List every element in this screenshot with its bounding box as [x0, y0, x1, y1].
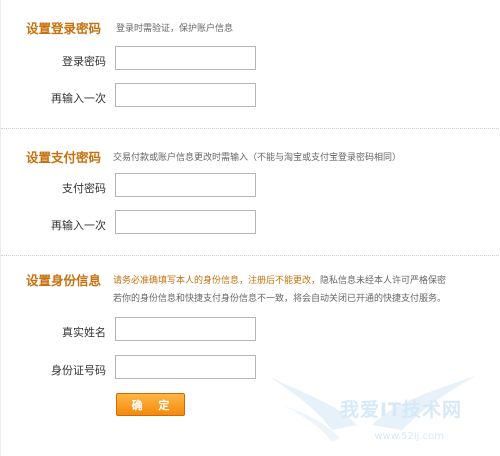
real-name-input[interactable] — [115, 317, 256, 341]
pay-password-repeat-label: 再输入一次 — [51, 219, 106, 232]
section-divider — [1, 255, 500, 256]
identity-notice-highlight: 请务必准确填写本人的身份信息，注册后不能更改， — [113, 276, 321, 286]
section-divider — [1, 128, 500, 129]
login-password-repeat-input[interactable] — [115, 83, 256, 107]
login-password-input[interactable] — [115, 46, 256, 70]
id-number-label: 身份证号码 — [51, 364, 106, 377]
login-password-section-description: 登录时需验证，保护账户信息 — [116, 24, 234, 34]
id-number-input[interactable] — [115, 355, 256, 379]
identity-section-title: 设置身份信息 — [26, 273, 102, 288]
registration-form-page: 设置登录密码 登录时需验证，保护账户信息 登录密码 再输入一次 设置支付密码 交… — [0, 0, 500, 456]
pay-password-section-title: 设置支付密码 — [26, 150, 102, 165]
login-password-section-title: 设置登录密码 — [26, 21, 102, 36]
pay-password-label: 支付密码 — [62, 182, 106, 195]
real-name-label: 真实姓名 — [62, 326, 106, 339]
identity-notice-rest: 隐私信息未经本人许可严格保密 — [320, 276, 447, 286]
watermark-url: www.52ij.com — [374, 431, 444, 442]
pay-password-input[interactable] — [115, 173, 256, 197]
site-watermark: 我爱IT技术网 www.52ij.com — [262, 370, 482, 450]
pay-password-section-description: 交易付款或账户信息更改时需输入（不能与淘宝或支付宝登录密码相同） — [113, 153, 402, 163]
watermark-text: 我爱IT技术网 — [339, 399, 462, 421]
identity-notice-line1: 请务必准确填写本人的身份信息，注册后不能更改，隐私信息未经本人许可严格保密 — [113, 273, 446, 286]
login-password-label: 登录密码 — [62, 55, 106, 68]
pay-password-repeat-input[interactable] — [115, 210, 256, 234]
wings-logo-icon — [267, 375, 477, 442]
login-password-repeat-label: 再输入一次 — [51, 92, 106, 105]
confirm-button[interactable]: 确 定 — [116, 393, 185, 416]
identity-notice-line2: 若你的身份信息和快捷支付身份信息不一致，将会自动关闭已开通的快捷支付服务。 — [113, 294, 447, 304]
